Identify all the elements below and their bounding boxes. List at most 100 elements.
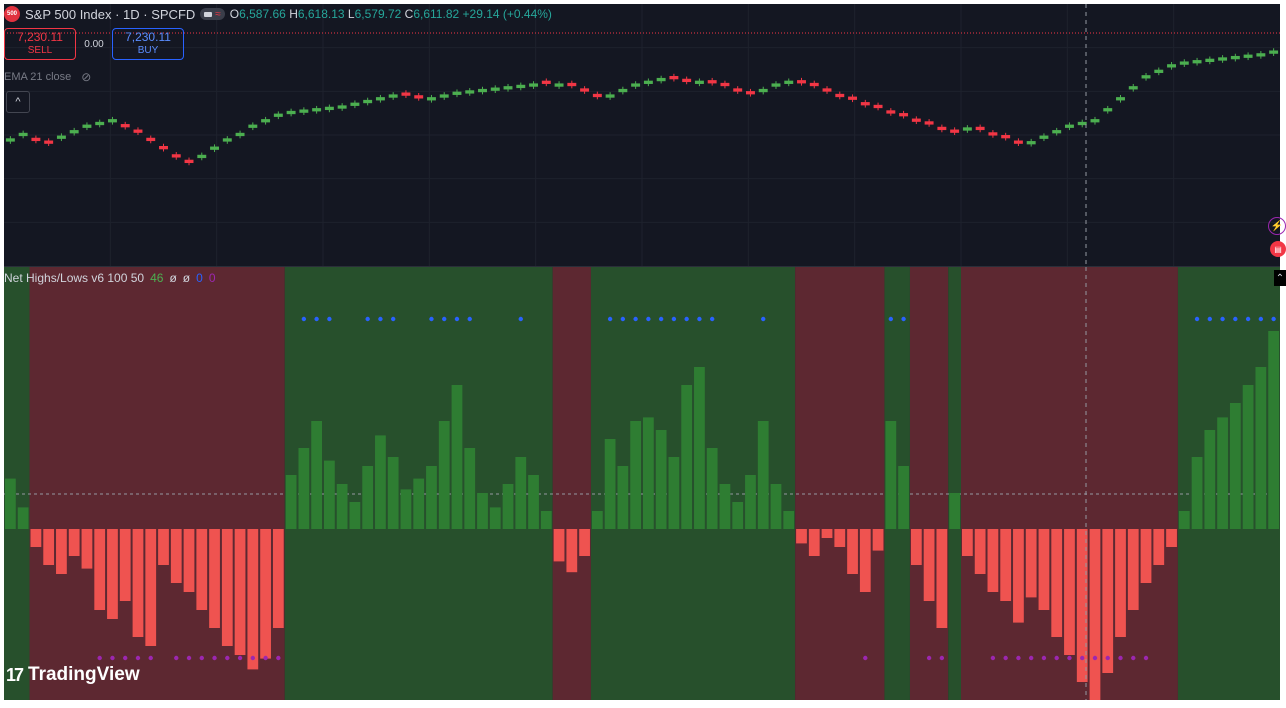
new-low-dot (123, 655, 128, 661)
candle-body (962, 127, 972, 131)
indicator-menu-icon[interactable]: ⌃ (1274, 270, 1286, 286)
new-high-dot (390, 316, 396, 322)
symbol-title[interactable]: S&P 500 Index · 1D · SPCFD (25, 7, 195, 22)
histogram-bar-positive (898, 466, 909, 529)
histogram-bar-negative (247, 529, 259, 670)
histogram-bar-negative (56, 529, 67, 574)
new-low-dot (1143, 655, 1149, 661)
histogram-bar-negative (94, 529, 106, 610)
histogram-bar-positive (1268, 331, 1279, 529)
buy-button[interactable]: 7,230.11 BUY (112, 28, 184, 60)
histogram-bar-positive (719, 484, 731, 529)
histogram-bar-positive (668, 457, 680, 529)
histogram-bar-positive (1204, 430, 1216, 529)
candle-body (707, 80, 717, 84)
new-high-dot (1220, 316, 1225, 322)
candle-body (452, 91, 462, 95)
symbol-header[interactable]: 500 S&P 500 Index · 1D · SPCFD ≈ O6,587.… (4, 5, 552, 23)
price-chart[interactable] (4, 4, 1280, 266)
candle-body (375, 97, 385, 101)
new-high-dot (684, 316, 689, 322)
candle-body (886, 110, 896, 114)
candle-body (937, 126, 947, 131)
candle-body (924, 121, 934, 125)
histogram-bar-positive (285, 475, 297, 529)
histogram-bar-positive (375, 435, 386, 529)
histogram-bar-negative (68, 529, 80, 556)
histogram-bar-negative (1038, 529, 1050, 610)
histogram-bar-positive (1191, 457, 1203, 529)
candle-body (31, 137, 41, 142)
histogram-bar-positive (1217, 417, 1228, 529)
candle-body (159, 146, 168, 150)
candle-body (490, 87, 500, 91)
new-high-dot (761, 316, 766, 322)
candle-body (44, 140, 54, 144)
histogram-bar-positive (528, 475, 539, 529)
tradingview-logo-icon: 17 (6, 664, 24, 685)
new-low-dot (250, 655, 256, 661)
histogram-bar-negative (30, 529, 42, 547)
candle-body (69, 130, 79, 134)
flag-icon[interactable]: ▤ (1270, 241, 1286, 257)
candle-body (1090, 119, 1100, 123)
bolt-icon[interactable]: ⚡ (1268, 217, 1286, 235)
histogram-bar-negative (145, 529, 157, 646)
histogram-bar-positive (949, 493, 960, 529)
histogram-bar-negative (196, 529, 208, 610)
candle-body (235, 132, 245, 137)
new-low-dot (186, 655, 192, 661)
new-high-dot (607, 316, 613, 322)
eye-off-icon[interactable]: ⊘ (81, 70, 91, 84)
new-low-dot (1041, 655, 1047, 661)
candle-body (1039, 135, 1049, 139)
new-low-dot (990, 655, 996, 661)
histogram-bar-negative (566, 529, 578, 573)
histogram-bar-negative (1153, 529, 1165, 565)
sell-button[interactable]: 7,230.11 SELL (4, 28, 76, 60)
indicator-value-3: ø (182, 271, 191, 285)
candle-body (1116, 97, 1125, 101)
close-value: 6,611.82 (413, 7, 460, 21)
histogram-bar-positive (464, 448, 476, 529)
candle-body (184, 159, 194, 164)
new-high-dot (365, 316, 370, 322)
histogram-bar-positive (387, 457, 399, 529)
ema-label: EMA 21 close (4, 71, 72, 83)
new-low-dot (148, 655, 153, 661)
new-high-dot (646, 316, 651, 322)
candle-body (567, 82, 577, 87)
chevron-up-icon[interactable]: ^ (6, 91, 30, 113)
histogram-bar-negative (234, 529, 246, 655)
candle-body (107, 119, 117, 123)
histogram-bar-positive (17, 507, 29, 529)
histogram-bar-positive (745, 475, 756, 529)
histogram-bar-positive (757, 421, 769, 529)
indicator-legend[interactable]: Net Highs/Lows v6 100 50 46 ø ø 0 0 (4, 271, 216, 285)
indicator-pane[interactable] (4, 267, 1280, 700)
new-low-dot (212, 655, 217, 661)
candle-body (631, 83, 641, 87)
market-status-pill[interactable]: ≈ (200, 8, 225, 20)
candle-body (363, 99, 373, 104)
new-high-dot (467, 316, 472, 322)
candle-body (273, 113, 283, 117)
histogram-bar-positive (311, 421, 322, 529)
candle-body (1167, 64, 1177, 68)
candle-body (605, 94, 615, 98)
candle-body (286, 110, 296, 115)
ema-legend[interactable]: EMA 21 close ⊘ (4, 70, 91, 84)
candle-body (120, 124, 130, 128)
new-low-dot (1105, 655, 1110, 661)
zone-bearish (29, 267, 285, 700)
histogram-bar-positive (502, 484, 514, 529)
open-label: O (229, 7, 240, 21)
histogram-bar-negative (872, 529, 884, 551)
histogram-bar-positive (1255, 367, 1267, 529)
candle-body (210, 146, 220, 150)
histogram-bar-positive (732, 502, 744, 529)
new-high-dot (901, 316, 906, 322)
histogram-bar-negative (936, 529, 948, 628)
new-high-dot (633, 316, 638, 322)
new-low-dot (97, 655, 102, 661)
